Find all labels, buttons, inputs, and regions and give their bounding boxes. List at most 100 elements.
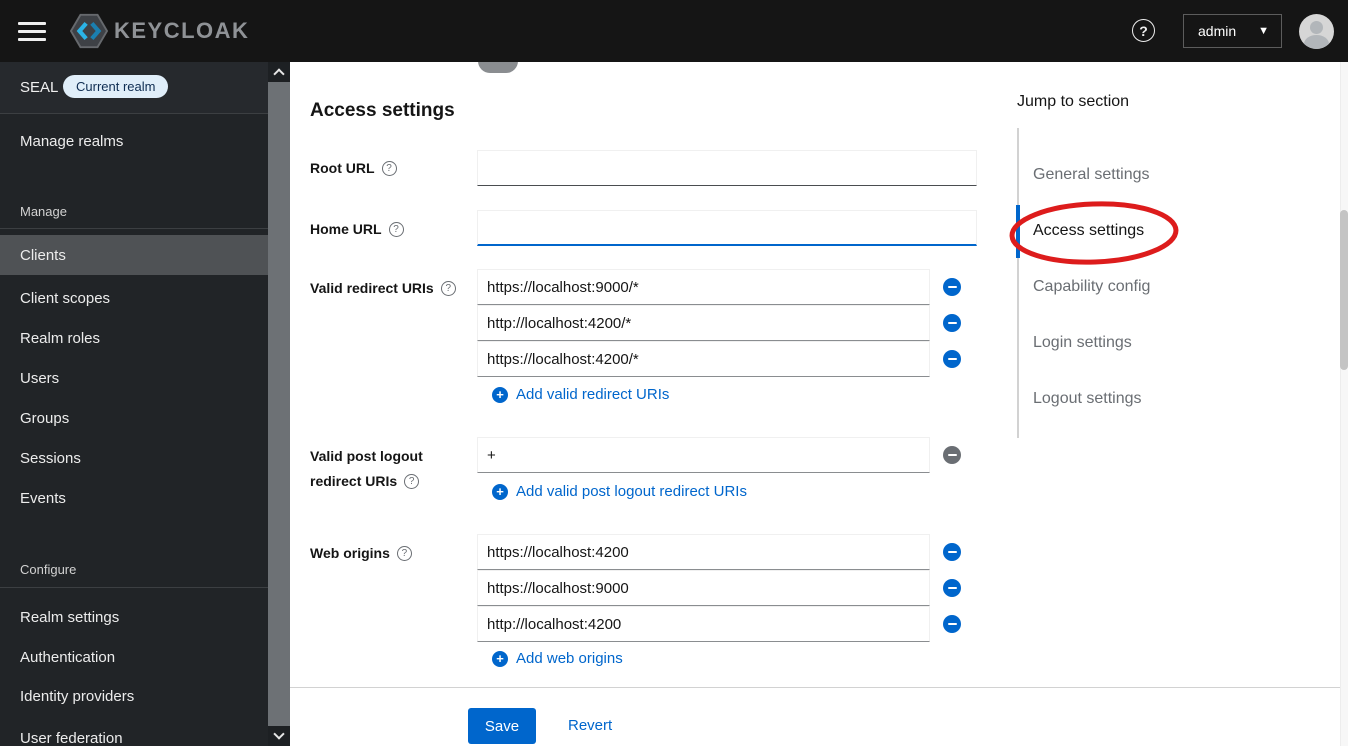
sidebar-item-realm-settings[interactable]: Realm settings xyxy=(0,597,268,637)
remove-redirect-uri-2-button[interactable] xyxy=(943,314,961,332)
brand-text: KEYCLOAK xyxy=(114,18,250,43)
minus-icon xyxy=(947,285,957,289)
jump-item-logout-settings[interactable]: Logout settings xyxy=(1033,390,1142,408)
top-bar: KEYCLOAK ? admin ▼ xyxy=(0,0,1348,62)
jump-item-capability-config[interactable]: Capability config xyxy=(1033,278,1150,296)
divider xyxy=(0,587,268,588)
valid-redirect-uris-label-row: Valid redirect URIs ? xyxy=(310,280,456,296)
post-logout-label-line1: Valid post logout xyxy=(310,448,423,464)
page-scrollbar-thumb[interactable] xyxy=(1340,210,1348,370)
minus-icon xyxy=(947,550,957,554)
web-origins-label-row: Web origins ? xyxy=(310,545,412,561)
help-icon[interactable]: ? xyxy=(1132,19,1155,42)
home-url-input[interactable] xyxy=(477,210,977,246)
help-icon[interactable]: ? xyxy=(381,160,397,176)
keycloak-admin-console: KEYCLOAK ? admin ▼ SEAL Current realm Ma… xyxy=(0,0,1348,746)
scroll-down-icon[interactable] xyxy=(273,728,285,740)
home-url-field-wrap xyxy=(477,210,977,246)
username: admin xyxy=(1198,23,1237,39)
web-origin-input-2[interactable] xyxy=(477,570,930,606)
jump-item-general-settings[interactable]: General settings xyxy=(1033,166,1150,184)
sidebar-item-client-scopes[interactable]: Client scopes xyxy=(0,278,268,318)
scroll-up-icon[interactable] xyxy=(273,68,285,80)
remove-web-origin-3-button[interactable] xyxy=(943,615,961,633)
page-scrollbar-track[interactable] xyxy=(1340,62,1348,746)
revert-button[interactable]: Revert xyxy=(568,717,612,734)
sidebar-group-manage: Manage xyxy=(20,204,67,219)
add-redirect-uri-label: Add valid redirect URIs xyxy=(516,386,670,403)
sidebar-item-realm-roles[interactable]: Realm roles xyxy=(0,318,268,358)
realm-name: SEAL xyxy=(20,79,59,96)
remove-web-origin-1-button[interactable] xyxy=(943,543,961,561)
help-icon[interactable]: ? xyxy=(440,280,456,296)
minus-icon xyxy=(947,453,957,457)
web-origin-input-3[interactable] xyxy=(477,606,930,642)
jump-item-access-settings[interactable]: Access settings xyxy=(1033,222,1144,240)
post-logout-label-row2: redirect URIs ? xyxy=(310,473,420,489)
save-button[interactable]: Save xyxy=(468,708,536,744)
remove-web-origin-2-button[interactable] xyxy=(943,579,961,597)
add-web-origins-label: Add web origins xyxy=(516,650,623,667)
sidebar-scrollbar[interactable] xyxy=(268,62,290,746)
root-url-label: Root URL xyxy=(310,160,375,176)
post-logout-uri-input[interactable] xyxy=(477,437,930,473)
root-url-field-wrap xyxy=(477,150,977,186)
remove-post-logout-uri-button-disabled[interactable] xyxy=(943,446,961,464)
help-icon[interactable]: ? xyxy=(388,221,404,237)
add-post-logout-uri-link[interactable]: + Add valid post logout redirect URIs xyxy=(492,483,747,500)
current-realm-badge: Current realm xyxy=(63,75,169,98)
redirect-uri-input-2[interactable] xyxy=(477,305,930,341)
plus-icon: + xyxy=(492,386,508,403)
sidebar-item-groups[interactable]: Groups xyxy=(0,398,268,438)
keycloak-hexagon-icon xyxy=(70,13,108,49)
post-logout-label-line2: redirect URIs xyxy=(310,473,398,489)
home-url-label-row: Home URL ? xyxy=(310,221,404,237)
minus-icon xyxy=(947,321,957,325)
web-origin-row xyxy=(477,570,977,606)
root-url-input[interactable] xyxy=(477,150,977,186)
plus-icon: + xyxy=(492,650,508,667)
chevron-down-icon: ▼ xyxy=(1258,25,1269,37)
sidebar-item-user-federation[interactable]: User federation xyxy=(0,718,268,746)
web-origins-label: Web origins xyxy=(310,545,390,561)
minus-icon xyxy=(947,357,957,361)
redirect-uri-input-3[interactable] xyxy=(477,341,930,377)
sidebar-item-authentication[interactable]: Authentication xyxy=(0,637,268,677)
avatar[interactable] xyxy=(1299,14,1334,49)
add-redirect-uri-link[interactable]: + Add valid redirect URIs xyxy=(492,386,669,403)
jump-item-login-settings[interactable]: Login settings xyxy=(1033,334,1132,352)
redirect-uri-input-1[interactable] xyxy=(477,269,930,305)
post-logout-uri-row xyxy=(477,437,977,473)
web-origin-row xyxy=(477,534,977,570)
realm-selector[interactable]: SEAL Current realm xyxy=(0,62,268,114)
sidebar-item-sessions[interactable]: Sessions xyxy=(0,438,268,478)
web-origin-input-1[interactable] xyxy=(477,534,930,570)
menu-icon[interactable] xyxy=(18,22,46,41)
keycloak-logo: KEYCLOAK xyxy=(70,12,249,50)
avatar-head xyxy=(1310,21,1323,34)
jump-panel-title: Jump to section xyxy=(1017,93,1130,110)
remove-redirect-uri-3-button[interactable] xyxy=(943,350,961,368)
add-post-logout-uri-label: Add valid post logout redirect URIs xyxy=(516,483,747,500)
user-dropdown[interactable]: admin ▼ xyxy=(1183,14,1282,48)
sidebar-item-users[interactable]: Users xyxy=(0,358,268,398)
add-web-origins-link[interactable]: + Add web origins xyxy=(492,650,623,667)
sidebar-item-manage-realms[interactable]: Manage realms xyxy=(0,121,268,161)
home-url-label: Home URL xyxy=(310,221,382,237)
root-url-label-row: Root URL ? xyxy=(310,160,397,176)
help-icon[interactable]: ? xyxy=(396,545,412,561)
sidebar: SEAL Current realm Manage realms Manage … xyxy=(0,62,290,746)
redirect-uri-row xyxy=(477,341,977,377)
remove-redirect-uri-1-button[interactable] xyxy=(943,278,961,296)
section-heading: Access settings xyxy=(310,100,455,121)
sidebar-item-identity-providers[interactable]: Identity providers xyxy=(0,676,268,716)
sidebar-group-configure: Configure xyxy=(20,562,77,577)
sidebar-item-events[interactable]: Events xyxy=(0,478,268,518)
sidebar-scrollbar-thumb[interactable] xyxy=(268,82,290,726)
divider xyxy=(0,228,268,229)
help-icon[interactable]: ? xyxy=(404,473,420,489)
valid-redirect-uris-label: Valid redirect URIs xyxy=(310,280,434,296)
web-origin-row xyxy=(477,606,977,642)
sidebar-item-clients[interactable]: Clients xyxy=(0,235,268,275)
jump-panel-rail xyxy=(1017,128,1019,438)
